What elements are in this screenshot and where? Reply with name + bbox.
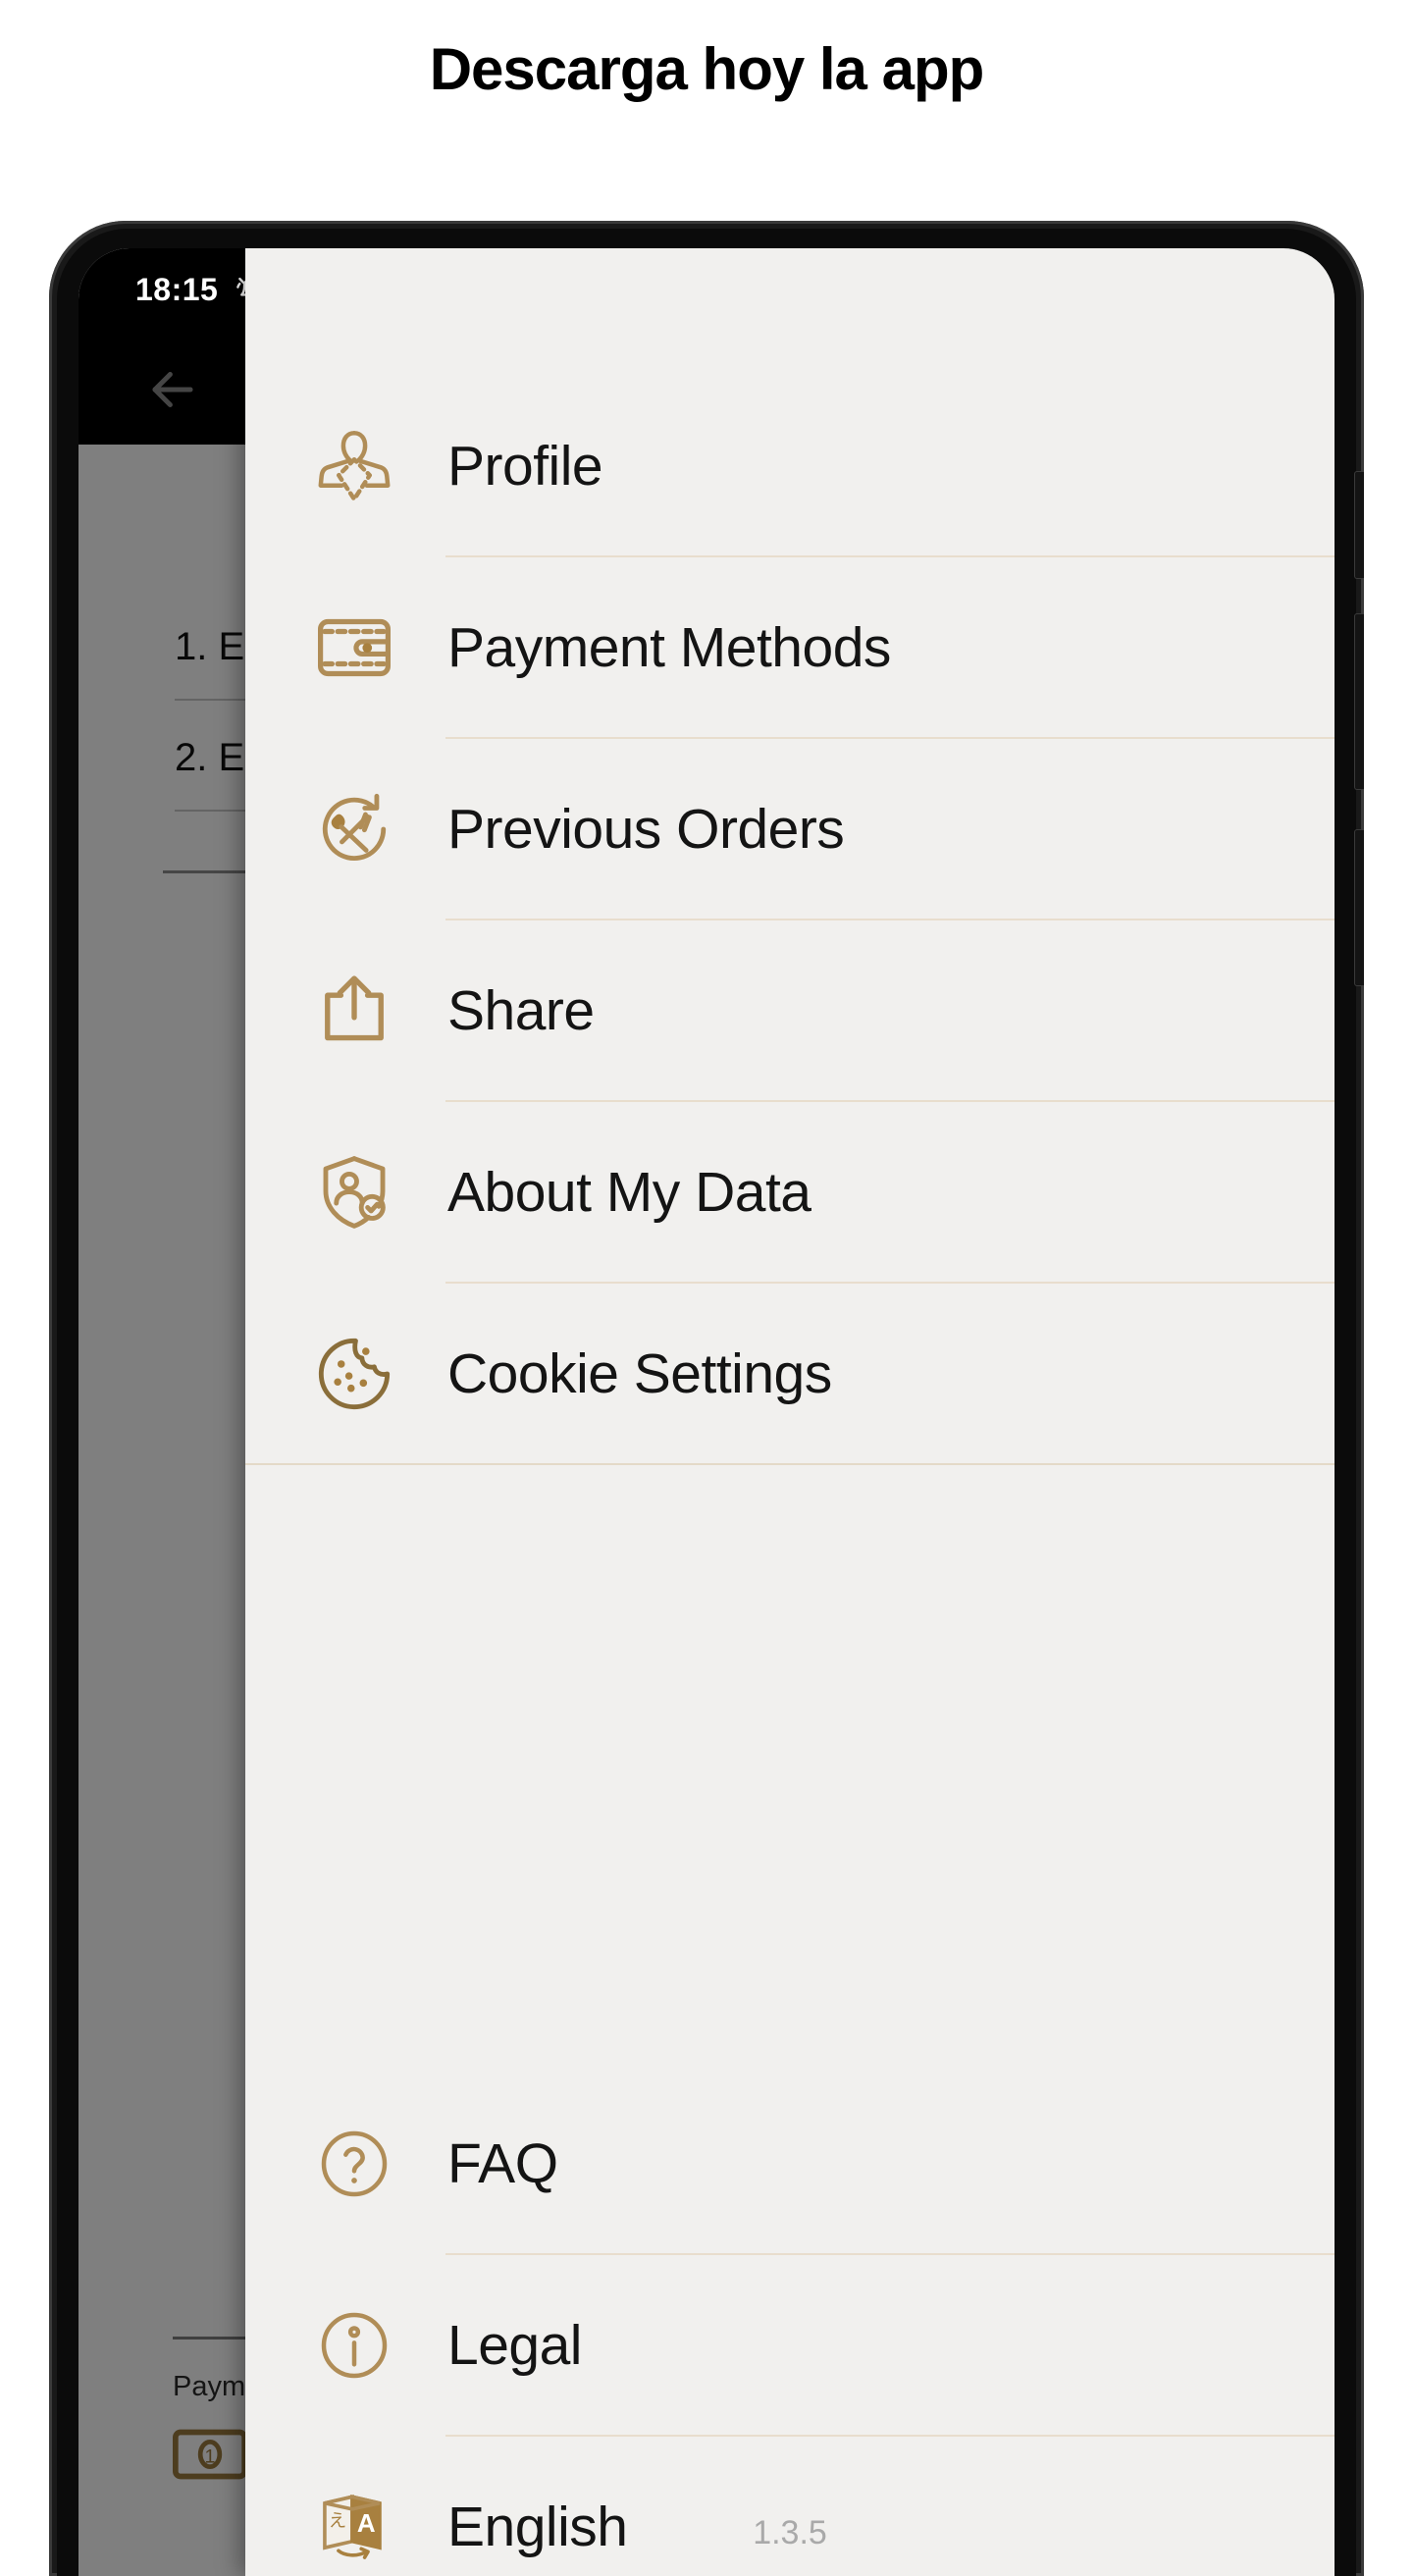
drawer-item-label: Legal	[447, 2313, 582, 2377]
drawer-item-share[interactable]: Share	[245, 920, 1334, 1100]
share-icon	[300, 969, 408, 1053]
drawer-item-label: About My Data	[447, 1160, 811, 1224]
drawer-item-faq[interactable]: FAQ	[245, 2074, 1334, 2253]
drawer-item-language[interactable]: え A English	[245, 2437, 1334, 2576]
device-side-button-top[interactable]	[1354, 471, 1364, 579]
drawer-item-label: Profile	[447, 434, 603, 498]
shield-user-icon	[300, 1150, 408, 1235]
drawer-item-label: FAQ	[447, 2131, 558, 2195]
drawer-item-label: Previous Orders	[447, 797, 845, 861]
phone-device-frame: 1. Ensa 2. Ensa Payment T	[49, 221, 1364, 2576]
drawer-item-profile[interactable]: Profile	[245, 376, 1334, 555]
app-version-label: 1.3.5	[753, 2514, 827, 2551]
drawer-item-label: Cookie Settings	[447, 1341, 832, 1405]
drawer-spacer	[245, 1465, 1334, 1769]
drawer-item-cookie-settings[interactable]: Cookie Settings	[245, 1284, 1334, 1463]
drawer-item-about-my-data[interactable]: About My Data	[245, 1102, 1334, 1282]
drawer-item-payment-methods[interactable]: Payment Methods	[245, 557, 1334, 737]
drawer-item-label: Share	[447, 978, 595, 1042]
navigation-drawer: Profile Payment Methods Previous Orders …	[245, 248, 1334, 2576]
phone-screen: 1. Ensa 2. Ensa Payment T	[78, 248, 1334, 2576]
cookie-icon	[300, 1332, 408, 1416]
profile-icon	[300, 424, 408, 508]
page-title: Descarga hoy la app	[429, 35, 985, 102]
drawer-item-previous-orders[interactable]: Previous Orders	[245, 739, 1334, 919]
drawer-item-label: Payment Methods	[447, 615, 891, 679]
device-side-button-bottom[interactable]	[1354, 829, 1364, 986]
status-bar-clock: 18:15	[135, 272, 219, 307]
drawer-item-legal[interactable]: Legal	[245, 2255, 1334, 2435]
device-side-button-middle[interactable]	[1354, 613, 1364, 790]
question-circle-icon	[300, 2125, 408, 2203]
drawer-spacer-2	[245, 1769, 1334, 2074]
wallet-icon	[300, 605, 408, 690]
order-history-icon	[300, 787, 408, 871]
info-circle-icon	[300, 2306, 408, 2385]
